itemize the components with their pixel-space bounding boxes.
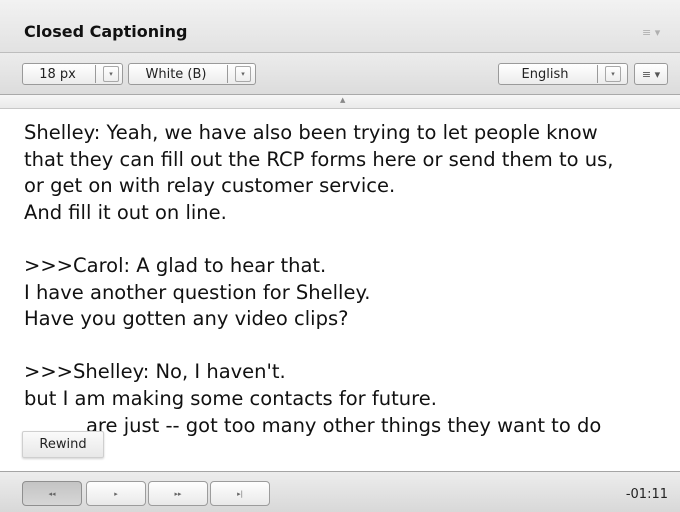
caption-line: that they can fill out the RCP forms her… <box>24 147 614 171</box>
play-icon: ▸ <box>114 489 118 498</box>
font-size-dropdown[interactable]: 18 px ▾ <box>22 63 123 85</box>
panel-menu-icon[interactable]: ≡ ▾ <box>642 26 660 39</box>
caption-line: I have another question for Shelley. <box>24 280 371 304</box>
caption-line <box>24 333 674 360</box>
chevron-down-icon: ▾ <box>103 66 119 82</box>
dropdown-divider <box>227 65 228 83</box>
fast-forward-icon: ▸▸ <box>174 489 182 498</box>
closed-captioning-panel: Closed Captioning ≡ ▾ 18 px ▾ White (B) … <box>0 0 680 512</box>
play-button[interactable]: ▸ <box>86 481 146 506</box>
transport-bar: ◂◂ ▸ ▸▸ ▸| -01:11 <box>0 471 680 512</box>
rewind-icon: ◂◂ <box>48 489 56 498</box>
caption-line: but I am making some contacts for future… <box>24 386 437 410</box>
resize-grip[interactable]: ▲ <box>0 95 680 109</box>
panel-title: Closed Captioning <box>24 22 188 41</box>
fast-forward-button[interactable]: ▸▸ <box>148 481 208 506</box>
language-dropdown[interactable]: English ▾ <box>498 63 628 85</box>
menu-icon: ≡ ▾ <box>641 67 661 81</box>
dropdown-divider <box>95 65 96 83</box>
caption-line: Have you gotten any video clips? <box>24 307 349 331</box>
chevron-down-icon: ▾ <box>605 66 621 82</box>
title-bar: Closed Captioning ≡ ▾ <box>0 0 680 53</box>
options-menu-button[interactable]: ≡ ▾ <box>634 63 668 85</box>
skip-to-end-button[interactable]: ▸| <box>210 481 270 506</box>
caption-line <box>24 226 674 253</box>
color-dropdown[interactable]: White (B) ▾ <box>128 63 256 85</box>
caption-line: >>>Shelley: No, I haven't. <box>24 360 286 384</box>
rewind-button[interactable]: ◂◂ <box>22 481 82 506</box>
chevron-down-icon: ▾ <box>235 66 251 82</box>
caption-text-area: Shelley: Yeah, we have also been trying … <box>24 120 674 465</box>
caption-line: are just -- got too many other things th… <box>24 413 602 437</box>
caption-line: >>>Carol: A glad to hear that. <box>24 253 327 277</box>
rewind-tooltip: Rewind <box>22 431 104 458</box>
caption-line: or get on with relay customer service. <box>24 174 396 198</box>
skip-end-icon: ▸| <box>237 489 243 498</box>
caption-line: Shelley: Yeah, we have also been trying … <box>24 121 598 144</box>
time-remaining: -01:11 <box>625 487 668 502</box>
caption-toolbar: 18 px ▾ White (B) ▾ English ▾ ≡ ▾ <box>0 53 680 95</box>
dropdown-divider <box>597 65 598 83</box>
collapse-arrow-icon: ▲ <box>340 96 346 104</box>
caption-line: And fill it out on line. <box>24 200 227 224</box>
